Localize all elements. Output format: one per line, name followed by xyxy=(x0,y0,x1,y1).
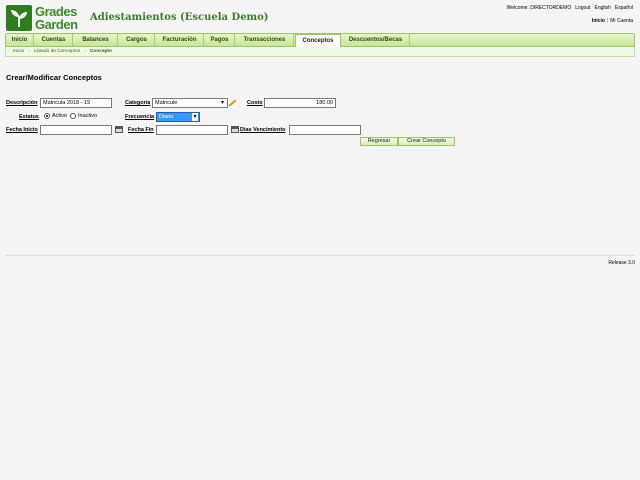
categoria-select[interactable]: Matricule ▾ xyxy=(152,98,228,108)
descripcion-input[interactable]: Matricula 2018 - 19 xyxy=(40,98,112,108)
footer-divider xyxy=(5,255,635,256)
logo-text-grades: Grades xyxy=(35,4,77,19)
tab-conceptos[interactable]: Conceptos xyxy=(295,34,341,48)
categoria-label: Categoría xyxy=(125,100,151,106)
costo-input[interactable]: 180.00 xyxy=(264,98,336,108)
sub-links: Inicio | Mi Cuenta xyxy=(592,18,633,24)
frecuencia-value: Diario xyxy=(159,114,174,120)
dias-vencimiento-input[interactable] xyxy=(289,125,361,135)
english-link[interactable]: English xyxy=(595,5,611,11)
tab-cuentas[interactable]: Cuentas xyxy=(35,34,73,47)
activo-radio[interactable]: Activo xyxy=(44,113,67,119)
crear-concepto-button[interactable]: Crear Concepto xyxy=(398,137,455,146)
costo-label: Costo xyxy=(247,100,263,106)
fecha-fin-label: Fecha Fin xyxy=(128,127,154,133)
breadcrumb: Inicio › Listado de Conceptos › Concepto xyxy=(5,47,635,57)
chevron-down-icon: ▾ xyxy=(220,100,224,106)
categoria-value: Matricule xyxy=(155,100,178,106)
logo-text-garden: Garden xyxy=(35,17,78,32)
top-links: Welcome: DIRECTORDEMO Logout English Esp… xyxy=(507,5,633,11)
tab-inicio[interactable]: Inicio xyxy=(6,34,34,47)
estatus-label: Estatus xyxy=(19,114,39,120)
calendar-icon[interactable] xyxy=(231,126,239,133)
tab-transacciones[interactable]: Transacciones xyxy=(236,34,294,47)
breadcrumb-current: Concepto xyxy=(89,49,112,54)
breadcrumb-listado[interactable]: Listado de Conceptos xyxy=(34,47,80,56)
link-separator: | xyxy=(606,18,609,24)
inactivo-radio[interactable]: Inactivo xyxy=(70,113,97,119)
dias-vencimiento-label: Dias Vencimiento xyxy=(240,127,286,133)
spanish-link[interactable]: Español xyxy=(615,5,633,11)
tab-facturacion[interactable]: Facturación xyxy=(156,34,204,47)
tab-pagos[interactable]: Pagos xyxy=(205,34,235,47)
fecha-fin-input[interactable] xyxy=(156,125,228,135)
main-nav: Inicio Cuentas Balances Cargos Facturaci… xyxy=(5,33,635,48)
grades-garden-logo: Grades Garden xyxy=(6,5,84,31)
frecuencia-label: Frecuencia xyxy=(125,114,155,120)
regresar-button[interactable]: Regresar xyxy=(360,137,398,146)
inactivo-label: Inactivo xyxy=(78,113,97,119)
fecha-inicio-input[interactable] xyxy=(40,125,112,135)
app-title: Adiestamientos (Escuela Demo) xyxy=(90,12,269,23)
page-title: Crear/Modificar Conceptos xyxy=(6,73,102,82)
pencil-icon[interactable] xyxy=(228,99,237,107)
breadcrumb-arrow-icon: › xyxy=(28,49,30,54)
breadcrumb-inicio[interactable]: Inicio xyxy=(13,47,24,56)
logout-link[interactable]: Logout xyxy=(575,5,590,11)
tab-descuentos-becas[interactable]: Descuentos/Becas xyxy=(342,34,410,47)
tab-cargos[interactable]: Cargos xyxy=(119,34,155,47)
release-version: Release 3.0 xyxy=(608,260,635,266)
home-link[interactable]: Inicio xyxy=(592,18,605,24)
activo-label: Activo xyxy=(52,113,67,119)
frecuencia-select[interactable]: Diario ▾ xyxy=(156,112,200,122)
fecha-inicio-label: Fecha Inicio xyxy=(6,127,38,133)
tab-balances[interactable]: Balances xyxy=(74,34,118,47)
calendar-icon[interactable] xyxy=(115,126,123,133)
welcome-text: Welcome: DIRECTORDEMO xyxy=(506,5,572,11)
radio-unselected-icon xyxy=(70,113,76,119)
radio-selected-icon xyxy=(44,113,50,119)
plant-logo-icon xyxy=(6,5,32,31)
breadcrumb-arrow-icon: › xyxy=(84,49,86,54)
my-account-link[interactable]: Mi Cuenta xyxy=(610,18,633,24)
chevron-down-icon: ▾ xyxy=(191,113,198,121)
descripcion-label: Descripción xyxy=(6,100,38,106)
